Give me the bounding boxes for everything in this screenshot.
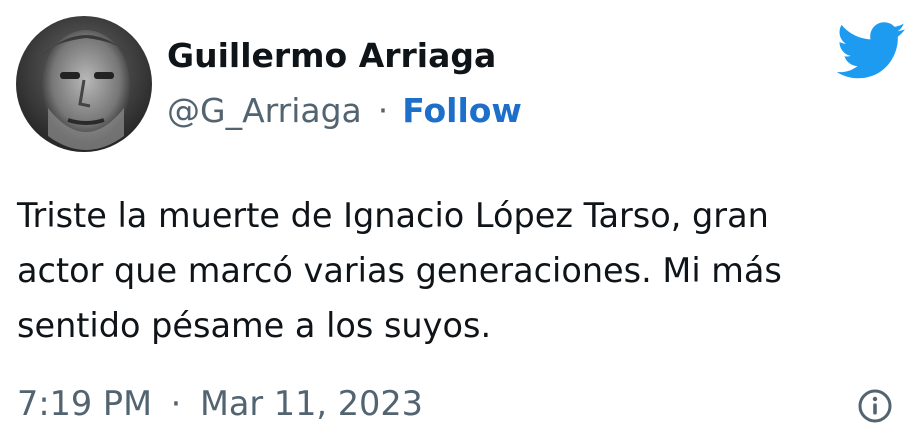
tweet-line: actor que marcó varias generaciones. Mi … xyxy=(17,251,782,290)
avatar[interactable] xyxy=(16,16,152,152)
tweet-timestamp[interactable]: 7:19 PM · Mar 11, 2023 xyxy=(17,380,423,428)
avatar-photo xyxy=(16,16,152,152)
follow-button[interactable]: Follow xyxy=(402,91,522,130)
tweet-time: 7:19 PM xyxy=(17,384,152,423)
author-handle[interactable]: @G_Arriaga xyxy=(167,91,362,130)
tweet-date: Mar 11, 2023 xyxy=(199,384,423,423)
tweet-text: Triste la muerte de Ignacio López Tarso,… xyxy=(17,188,897,353)
tweet-line: sentido pésame a los suyos. xyxy=(17,306,492,345)
author-handle-row: @G_Arriaga · Follow xyxy=(167,88,522,134)
author-name[interactable]: Guillermo Arriaga xyxy=(167,34,496,78)
twitter-bird-icon[interactable] xyxy=(836,22,908,80)
timestamp-separator: · xyxy=(170,384,182,423)
info-icon[interactable] xyxy=(857,388,893,424)
tweet-line: Triste la muerte de Ignacio López Tarso,… xyxy=(17,196,769,235)
separator-dot: · xyxy=(377,91,389,130)
